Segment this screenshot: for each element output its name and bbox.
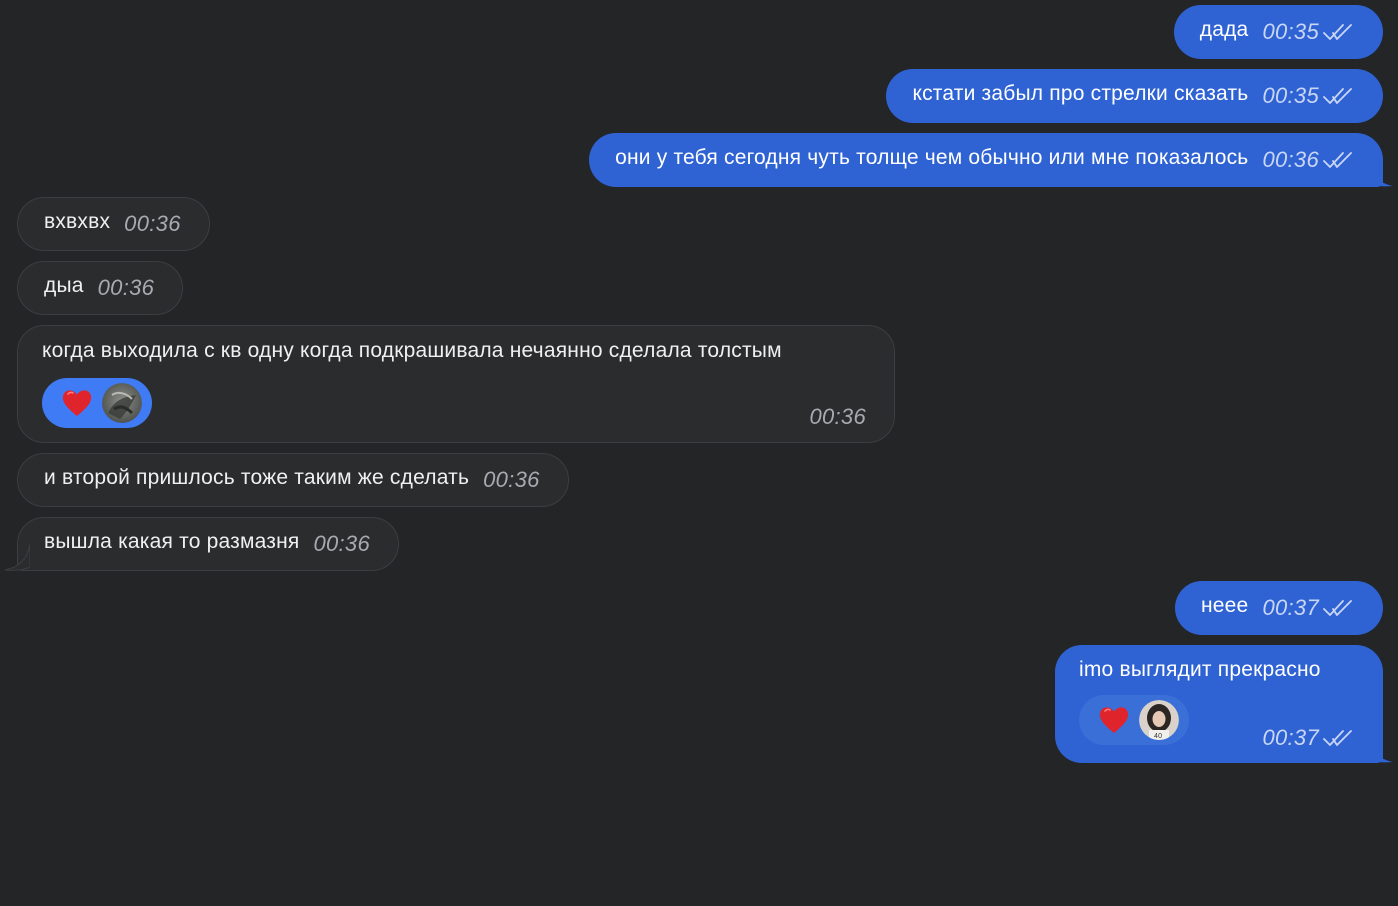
message-text: кстати забыл про стрелки сказать (912, 82, 1249, 105)
message-meta: 00:37 (1262, 725, 1355, 751)
avatar-shirt-print: 40 (1154, 733, 1162, 740)
message-bubble-incoming[interactable]: дыа 00:36 (17, 261, 184, 315)
message-time: 00:36 (483, 467, 540, 492)
double-check-icon (1323, 22, 1355, 42)
message-bubble-outgoing[interactable]: неее 00:37 (1175, 581, 1383, 635)
message-text: неее (1201, 594, 1249, 617)
message-text: и второй пришлось тоже таким же сделать (44, 466, 470, 489)
message-time: 00:37 (1262, 725, 1319, 750)
message-bubble-incoming[interactable]: вхвхвх 00:36 (17, 197, 210, 251)
message-text: imo выглядит прекрасно (1079, 658, 1321, 681)
message-text: дада (1199, 18, 1249, 41)
bubble-tail (4, 544, 30, 571)
message-meta: 00:36 (809, 404, 866, 430)
message-time: 00:36 (1262, 147, 1319, 172)
heart-emoji-icon (60, 386, 94, 420)
message-bubble-outgoing[interactable]: дада 00:35 (1173, 5, 1383, 59)
message-time: 00:36 (313, 531, 371, 556)
message-meta: 00:36 (1262, 147, 1355, 173)
reaction-chip[interactable]: 40 (1079, 695, 1189, 745)
message-text: когда выходила с кв одну когда подкрашив… (42, 339, 782, 362)
message-bubble-outgoing[interactable]: кстати забыл про стрелки сказать 00:35 (886, 69, 1383, 123)
message-meta: 00:36 (313, 531, 370, 557)
message-time: 00:36 (124, 211, 181, 236)
message-meta: 00:35 (1262, 83, 1355, 109)
message-meta: 00:37 (1262, 595, 1355, 621)
double-check-icon (1323, 598, 1355, 618)
double-check-icon (1323, 86, 1355, 106)
message-bubble-incoming[interactable]: вышла какая то размазня 00:36 (17, 517, 400, 571)
heart-emoji-icon (1097, 703, 1131, 737)
message-meta: 00:35 (1262, 19, 1355, 45)
message-bubble-incoming[interactable]: и второй пришлось тоже таким же сделать … (17, 453, 569, 507)
message-time: 00:37 (1262, 595, 1319, 620)
message-text: вышла какая то размазня (44, 530, 300, 553)
chat-message-list: дада 00:35 кстати забыл про стрелки сказ… (0, 0, 1398, 906)
message-text: они у тебя сегодня чуть толще чем обычно… (615, 146, 1249, 169)
message-bubble-outgoing[interactable]: они у тебя сегодня чуть толще чем обычно… (589, 133, 1383, 187)
double-check-icon (1323, 150, 1355, 170)
bubble-tail (1368, 160, 1393, 187)
message-meta: 00:36 (124, 211, 181, 237)
message-time: 00:35 (1262, 83, 1319, 108)
avatar (102, 383, 142, 423)
message-bubble-outgoing[interactable]: imo выглядит прекрасно 40 00:37 (1055, 645, 1383, 763)
reaction-chip[interactable] (42, 378, 152, 428)
message-time: 00:36 (809, 404, 866, 429)
message-meta: 00:36 (98, 275, 155, 301)
message-time: 00:36 (97, 275, 155, 300)
message-text: дыа (44, 274, 84, 297)
bubble-tail (1368, 736, 1393, 763)
message-time: 00:35 (1262, 19, 1319, 44)
double-check-icon (1323, 728, 1355, 748)
message-bubble-incoming[interactable]: когда выходила с кв одну когда подкрашив… (17, 325, 895, 443)
message-meta: 00:36 (483, 467, 540, 493)
avatar: 40 (1139, 700, 1179, 740)
message-text: вхвхвх (44, 210, 111, 233)
